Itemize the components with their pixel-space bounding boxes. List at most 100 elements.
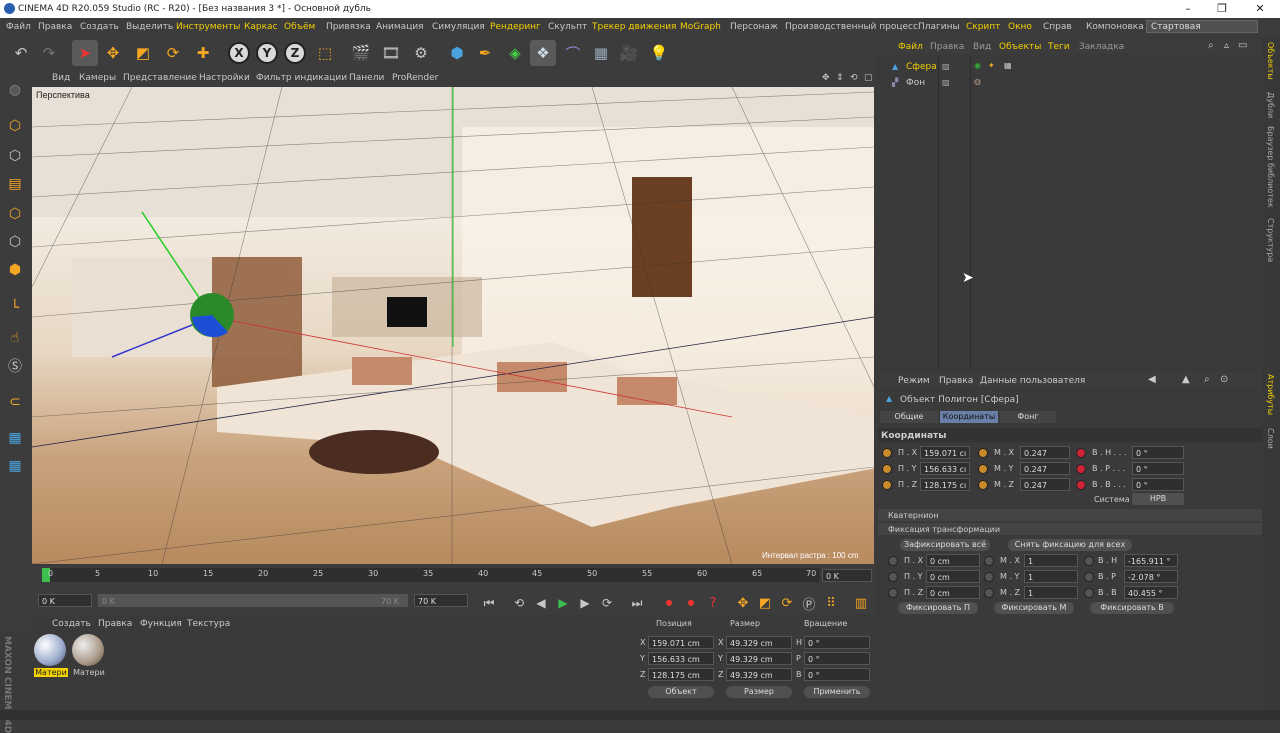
viewport-menu-prorender[interactable]: ProRender (392, 73, 438, 83)
keyframe-dot[interactable] (978, 448, 988, 458)
attr-pos-x-field[interactable]: 159.071 cı (920, 446, 970, 459)
apply-button[interactable]: Применить (804, 686, 870, 698)
menu-simulate[interactable]: Симуляция (432, 22, 485, 32)
material-menu-create[interactable]: Создать (52, 619, 91, 629)
render-picture-viewer-icon[interactable]: 🎞 (378, 40, 404, 66)
keyframe-dot[interactable] (1084, 588, 1094, 598)
frozen-rot-b-field[interactable]: 40.455 ° (1124, 586, 1178, 599)
frozen-rot-p-field[interactable]: -2.078 ° (1124, 570, 1178, 583)
range-slider[interactable]: 0 K 70 K (98, 594, 408, 607)
material-menu-edit[interactable]: Правка (98, 619, 132, 629)
menu-mesh[interactable]: Каркас (244, 22, 278, 32)
cube-icon[interactable]: ⬢ (444, 40, 470, 66)
menu-pipeline[interactable]: Производственный процесс (785, 22, 918, 32)
pen-icon[interactable]: ✒ (472, 40, 498, 66)
workplane-icon[interactable]: ▤ (3, 172, 27, 196)
visibility-dots-icon[interactable]: ▨ (942, 78, 950, 87)
frozen-scale-z-field[interactable]: 1 (1024, 586, 1078, 599)
viewport-rotate-icon[interactable]: ⟲ (850, 73, 858, 83)
cloner-icon[interactable]: ❖ (530, 40, 556, 66)
keyframe-dot[interactable] (1076, 448, 1086, 458)
menu-window[interactable]: Окно (1008, 22, 1032, 32)
attrs-up-icon[interactable]: ▲ (1182, 374, 1190, 385)
z-axis-lock-icon[interactable]: Z (282, 40, 308, 66)
tab-attributes-vertical[interactable]: Атрибуты (1266, 374, 1275, 415)
deformer-icon[interactable]: ⌒ (560, 40, 586, 66)
undo-icon[interactable]: ↶ (8, 40, 34, 66)
objects-menu-view[interactable]: Вид (973, 42, 991, 52)
go-to-start-icon[interactable]: ⏮ (476, 590, 502, 616)
selection-tool-icon[interactable]: ➤ (72, 40, 98, 66)
menu-edit[interactable]: Правка (38, 22, 72, 32)
size-y-field[interactable]: 49.329 cm (726, 652, 792, 665)
scale-tool-icon[interactable]: ◩ (130, 40, 156, 66)
objects-pin-icon[interactable]: ▵ (1224, 40, 1229, 51)
redo-icon[interactable]: ↷ (36, 40, 62, 66)
live-selection-icon[interactable]: ✚ (190, 40, 216, 66)
position-y-field[interactable]: 156.633 cm (648, 652, 714, 665)
viewport-menu-panel[interactable]: Панели (349, 73, 384, 83)
size-mode-select[interactable]: Размер (726, 686, 792, 698)
menu-plugins[interactable]: Плагины (918, 22, 960, 32)
snap-icon[interactable]: Ⓢ (3, 354, 27, 378)
current-frame-field[interactable]: 0 K (822, 569, 872, 582)
rotate-tool-icon[interactable]: ⟳ (160, 40, 186, 66)
menu-volume[interactable]: Объём (284, 22, 315, 32)
coordinate-system-icon[interactable]: ⬚ (312, 40, 338, 66)
minimize-icon[interactable]: – (1178, 2, 1198, 16)
rotation-b-field[interactable]: 0 ° (804, 668, 870, 681)
close-icon[interactable]: ✕ (1250, 2, 1270, 16)
objects-expand-icon[interactable]: ▭ (1238, 40, 1247, 51)
x-axis-lock-icon[interactable]: X (226, 40, 252, 66)
objects-search-icon[interactable]: ⌕ (1208, 40, 1214, 51)
attr-scale-x-field[interactable]: 0.247 (1020, 446, 1070, 459)
visibility-dots-icon[interactable]: ▨ (942, 62, 950, 71)
move-tool-icon[interactable]: ✥ (100, 40, 126, 66)
viewport-move-icon[interactable]: ✥ (822, 73, 830, 83)
menu-mograph[interactable]: MoGraph (680, 22, 721, 32)
attr-rot-p-field[interactable]: 0 ° (1132, 462, 1184, 475)
tab-phong[interactable]: Фонг (1000, 411, 1056, 423)
floor-icon[interactable]: ▦ (588, 40, 614, 66)
viewport-menu-options[interactable]: Настройки (199, 73, 250, 83)
tab-takes-vertical[interactable]: Дубли (1266, 92, 1275, 118)
freeze-m-button[interactable]: Фиксировать М (994, 602, 1074, 614)
viewport-menu-view[interactable]: Вид (52, 73, 70, 83)
menu-tools[interactable]: Инструменты (176, 22, 240, 32)
menu-create[interactable]: Создать (80, 22, 119, 32)
position-x-field[interactable]: 159.071 cm (648, 636, 714, 649)
attr-scale-z-field[interactable]: 0.247 (1020, 478, 1070, 491)
attr-rot-b-field[interactable]: 0 ° (1132, 478, 1184, 491)
workplane-grid-icon[interactable]: ▦ (3, 426, 27, 450)
menu-sculpt[interactable]: Скульпт (548, 22, 587, 32)
locked-workplane-icon[interactable]: ▦ (3, 454, 27, 478)
texture-mode-icon[interactable]: ⬡ (3, 144, 27, 168)
attr-rot-h-field[interactable]: 0 ° (1132, 446, 1184, 459)
render-settings-icon[interactable]: ⚙ (408, 40, 434, 66)
attr-scale-y-field[interactable]: 0.247 (1020, 462, 1070, 475)
freeze-all-button[interactable]: Зафиксировать всё (900, 539, 990, 551)
keyframe-dot[interactable] (888, 588, 898, 598)
attrs-search-icon[interactable]: ⌕ (1204, 374, 1210, 385)
menu-script[interactable]: Скрипт (966, 22, 1000, 32)
next-key-icon[interactable]: ⟳ (594, 590, 620, 616)
menu-select[interactable]: Выделить (126, 22, 173, 32)
points-mode-icon[interactable]: ⬡ (3, 202, 27, 226)
object-row-sphere[interactable]: ▲ Сфера ▨ ◉ ✦ ▦ (882, 60, 1262, 74)
size-x-field[interactable]: 49.329 cm (726, 636, 792, 649)
rotation-p-field[interactable]: 0 ° (804, 652, 870, 665)
frozen-scale-y-field[interactable]: 1 (1024, 570, 1078, 583)
keyframe-dot[interactable] (1084, 572, 1094, 582)
menu-character[interactable]: Персонаж (730, 22, 778, 32)
attr-pos-y-field[interactable]: 156.633 cı (920, 462, 970, 475)
y-axis-lock-icon[interactable]: Y (254, 40, 280, 66)
viewport-menu-filter[interactable]: Фильтр индикации (256, 73, 347, 83)
menu-render[interactable]: Рендеринг (490, 22, 541, 32)
quaternion-section[interactable]: Кватернион (878, 509, 1262, 521)
tab-structure-vertical[interactable]: Структура (1266, 218, 1275, 262)
start-frame-field[interactable]: 0 K (38, 594, 92, 607)
keyframe-selection-icon[interactable]: ? (700, 590, 726, 616)
menu-layout[interactable]: Компоновка (1086, 22, 1144, 32)
menu-animate[interactable]: Анимация (376, 22, 424, 32)
keyframe-dot[interactable] (978, 480, 988, 490)
